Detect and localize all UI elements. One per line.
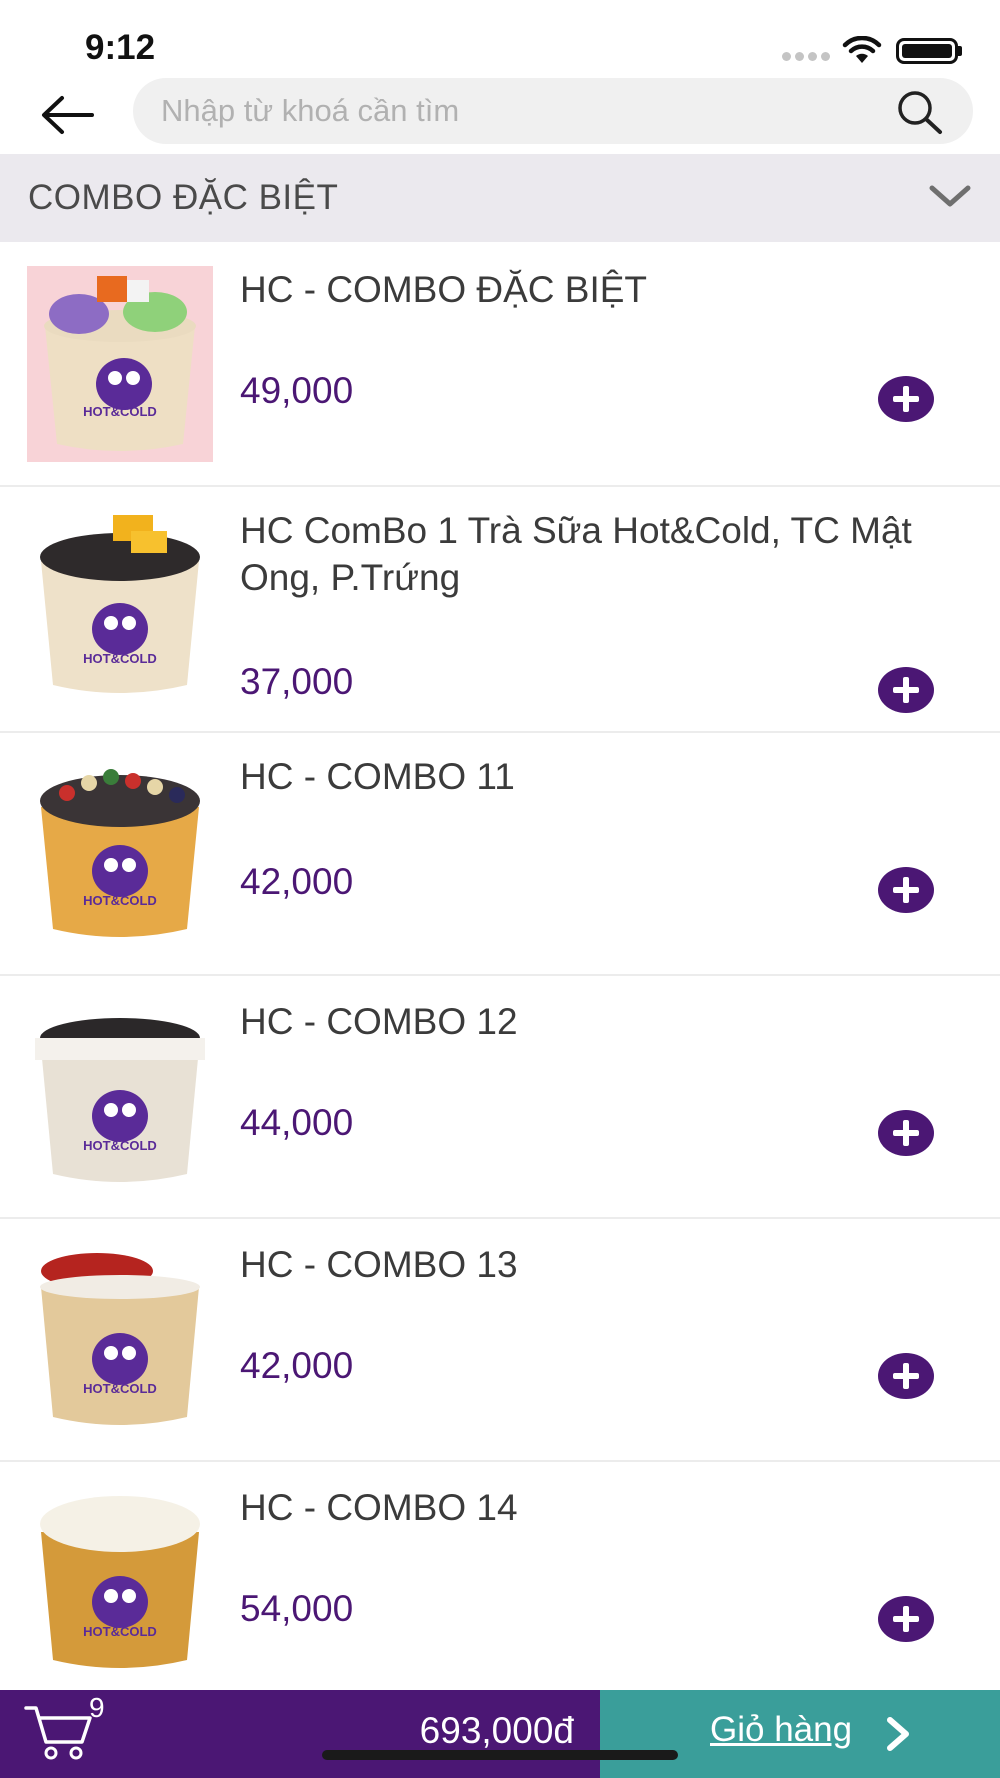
product-list: HOT&COLD HC - COMBO ĐẶC BIỆT 49,000 HOT&… <box>0 242 1000 1682</box>
view-cart-label: Giỏ hàng <box>710 1710 853 1749</box>
chevron-right-icon <box>887 1717 909 1751</box>
product-item[interactable]: HOT&COLD HC - COMBO ĐẶC BIỆT 49,000 <box>0 242 1000 487</box>
product-name: HC - COMBO 14 <box>240 1487 518 1528</box>
add-to-cart-button[interactable] <box>878 1110 934 1156</box>
battery-cap <box>958 46 962 56</box>
plus-icon <box>893 1606 919 1632</box>
product-price: 37,000 <box>240 661 354 702</box>
plus-icon <box>893 1363 919 1389</box>
product-item[interactable]: HOT&COLD HC ComBo 1 Trà Sữa Hot&Cold, TC… <box>0 487 1000 733</box>
svg-text:HOT&COLD: HOT&COLD <box>83 1624 157 1639</box>
product-image: HOT&COLD <box>27 753 213 949</box>
add-to-cart-button[interactable] <box>878 1353 934 1399</box>
cart-icon <box>24 1706 92 1760</box>
product-price: 42,000 <box>240 861 354 902</box>
svg-text:HOT&COLD: HOT&COLD <box>83 1381 157 1396</box>
search-input[interactable] <box>161 78 881 144</box>
cart-total: 693,000đ <box>419 1710 574 1751</box>
plus-icon <box>893 386 919 412</box>
status-bar: 9:12 <box>0 0 1000 76</box>
cart-bar: 9 693,000đ Giỏ hàng <box>0 1690 1000 1778</box>
product-image: HOT&COLD <box>27 509 213 705</box>
chevron-down-icon <box>929 185 971 207</box>
add-to-cart-button[interactable] <box>878 667 934 713</box>
product-image: HOT&COLD <box>27 266 213 462</box>
svg-text:HOT&COLD: HOT&COLD <box>83 1138 157 1153</box>
plus-icon <box>893 677 919 703</box>
plus-icon <box>893 1120 919 1146</box>
product-price: 54,000 <box>240 1588 354 1629</box>
wifi-icon <box>842 36 882 63</box>
add-to-cart-button[interactable] <box>878 1596 934 1642</box>
product-name: HC - COMBO 12 <box>240 1001 518 1042</box>
product-image: HOT&COLD <box>27 998 213 1194</box>
back-button[interactable] <box>34 82 100 148</box>
category-header[interactable]: COMBO ĐẶC BIỆT <box>0 154 1000 242</box>
product-name: HC ComBo 1 Trà Sữa Hot&Cold, TC Mật Ong,… <box>240 510 912 598</box>
category-title: COMBO ĐẶC BIỆT <box>28 178 339 217</box>
status-time: 9:12 <box>85 28 156 67</box>
product-price: 42,000 <box>240 1345 354 1386</box>
product-item[interactable]: HOT&COLD HC - COMBO 11 42,000 <box>0 733 1000 976</box>
cellular-signal-icon <box>782 52 830 62</box>
product-name: HC - COMBO 11 <box>240 756 515 797</box>
cart-summary[interactable]: 9 693,000đ <box>0 1690 600 1778</box>
product-item[interactable]: HOT&COLD HC - COMBO 14 54,000 <box>0 1462 1000 1682</box>
product-price: 44,000 <box>240 1102 354 1143</box>
product-name: HC - COMBO 13 <box>240 1244 518 1285</box>
cart-count-badge: 9 <box>89 1692 105 1723</box>
product-name: HC - COMBO ĐẶC BIỆT <box>240 269 648 310</box>
home-indicator <box>322 1750 678 1760</box>
top-nav <box>0 76 1000 154</box>
product-image: HOT&COLD <box>27 1241 213 1437</box>
search-icon[interactable] <box>895 88 943 136</box>
add-to-cart-button[interactable] <box>878 867 934 913</box>
battery-icon <box>896 38 958 64</box>
product-image: HOT&COLD <box>27 1484 213 1680</box>
svg-text:HOT&COLD: HOT&COLD <box>83 651 157 666</box>
view-cart-button[interactable]: Giỏ hàng <box>600 1690 1000 1778</box>
search-box <box>133 78 973 144</box>
svg-text:HOT&COLD: HOT&COLD <box>83 893 157 908</box>
plus-icon <box>893 877 919 903</box>
back-arrow-icon <box>42 96 94 134</box>
product-item[interactable]: HOT&COLD HC - COMBO 12 44,000 <box>0 976 1000 1219</box>
product-price: 49,000 <box>240 370 354 411</box>
svg-text:HOT&COLD: HOT&COLD <box>83 404 157 419</box>
product-item[interactable]: HOT&COLD HC - COMBO 13 42,000 <box>0 1219 1000 1462</box>
add-to-cart-button[interactable] <box>878 376 934 422</box>
